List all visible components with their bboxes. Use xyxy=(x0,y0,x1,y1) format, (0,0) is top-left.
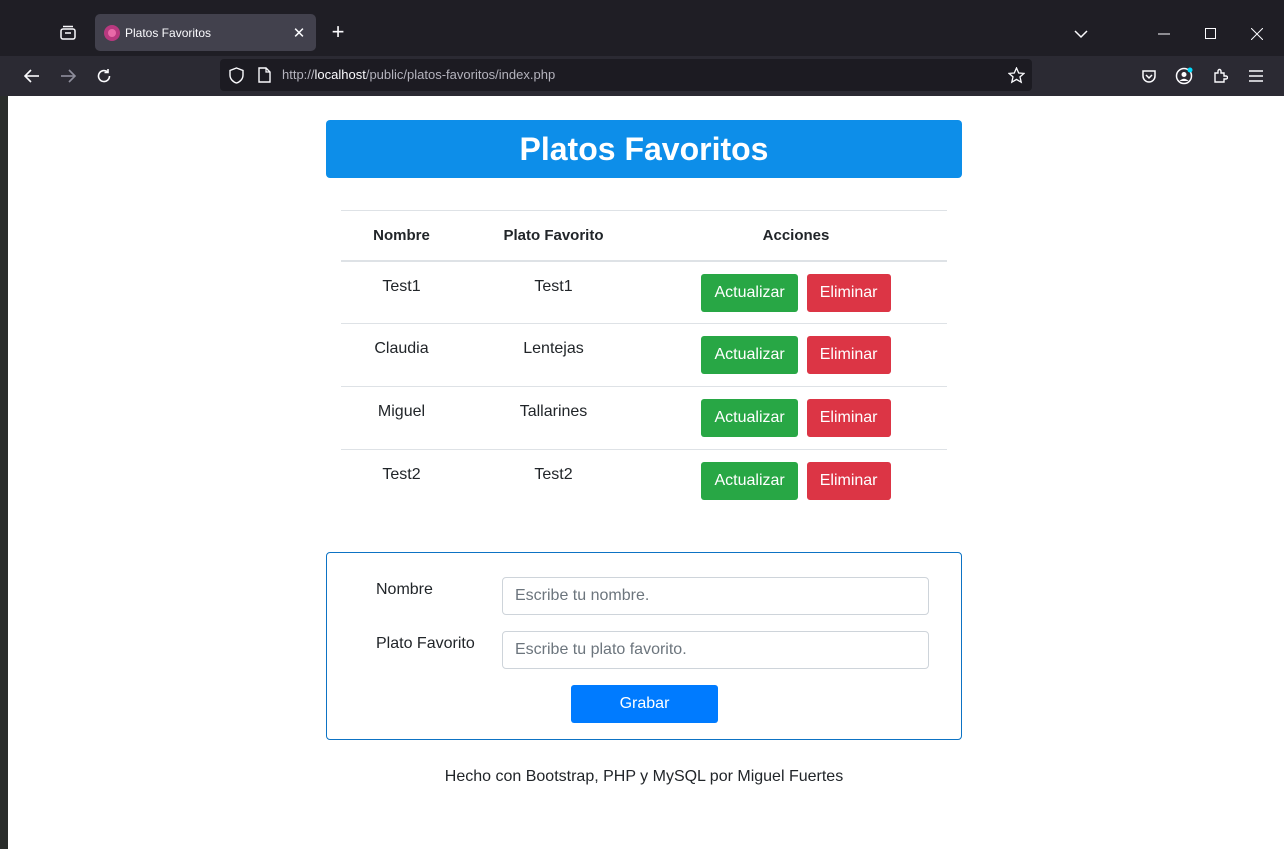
minimize-icon[interactable] xyxy=(1152,22,1176,46)
cell-nombre: Claudia xyxy=(341,323,462,387)
page-title: Platos Favoritos xyxy=(519,130,769,167)
close-window-icon[interactable] xyxy=(1245,22,1269,46)
pocket-icon[interactable] xyxy=(1136,64,1162,88)
eliminar-button[interactable]: Eliminar xyxy=(806,273,891,312)
forward-icon[interactable] xyxy=(55,64,81,88)
cell-plato: Tallarines xyxy=(462,386,645,450)
header-nombre: Nombre xyxy=(341,210,462,262)
url-path: /public/platos-favoritos/index.php xyxy=(365,67,556,82)
page-info-icon[interactable] xyxy=(255,66,273,84)
cell-plato: Test2 xyxy=(462,449,645,513)
footer-text: Hecho con Bootstrap, PHP y MySQL por Mig… xyxy=(444,768,844,785)
cell-nombre: Test1 xyxy=(341,260,462,324)
cell-acciones: Actualizar Eliminar xyxy=(645,449,947,513)
browser-tab[interactable]: Platos Favoritos ✕ xyxy=(95,14,316,51)
url-host: localhost xyxy=(314,67,366,82)
table-row: Test2 Test2 Actualizar Eliminar xyxy=(341,449,947,513)
eliminar-button[interactable]: Eliminar xyxy=(806,399,891,437)
tab-favicon-icon xyxy=(104,24,120,41)
new-tab-icon[interactable]: + xyxy=(326,20,350,46)
maximize-icon[interactable] xyxy=(1199,22,1223,46)
header-plato-favorito: Plato Favorito xyxy=(462,210,645,262)
actualizar-button[interactable]: Actualizar xyxy=(701,462,798,500)
shield-icon[interactable] xyxy=(227,66,245,84)
grabar-button[interactable]: Grabar xyxy=(571,685,718,723)
list-all-tabs-icon[interactable] xyxy=(1069,22,1093,46)
eliminar-button[interactable]: Eliminar xyxy=(806,336,891,374)
menu-icon[interactable] xyxy=(1243,64,1269,88)
table-row: Claudia Lentejas Actualizar Eliminar xyxy=(341,323,947,387)
table-row: Test1 Test1 Actualizar Eliminar xyxy=(341,260,947,324)
cell-nombre: Miguel xyxy=(341,386,462,450)
bookmark-star-icon[interactable] xyxy=(1007,66,1025,84)
cell-acciones: Actualizar Eliminar xyxy=(645,260,947,324)
eliminar-button[interactable]: Eliminar xyxy=(806,462,891,500)
cell-acciones: Actualizar Eliminar xyxy=(645,386,947,450)
account-icon[interactable] xyxy=(1171,64,1197,88)
url-bar[interactable]: http://localhost/public/platos-favoritos… xyxy=(220,59,1032,91)
url-text[interactable]: http://localhost/public/platos-favoritos… xyxy=(282,67,555,82)
tab-list-icon[interactable] xyxy=(52,18,84,48)
url-scheme: http:// xyxy=(282,67,315,82)
platos-table: Nombre Plato Favorito Acciones Test1 Tes… xyxy=(341,210,947,513)
browser-tab-bar: Platos Favoritos ✕ + xyxy=(0,0,1284,56)
reload-icon[interactable] xyxy=(91,64,117,88)
page-header: Platos Favoritos xyxy=(326,120,962,178)
extensions-icon[interactable] xyxy=(1207,64,1233,88)
table-row: Miguel Tallarines Actualizar Eliminar xyxy=(341,386,947,450)
actualizar-button[interactable]: Actualizar xyxy=(701,336,798,374)
back-icon[interactable] xyxy=(19,64,45,88)
window-edge xyxy=(0,96,8,849)
cell-plato: Lentejas xyxy=(462,323,645,387)
page-viewport: Platos Favoritos Nombre Plato Favorito A… xyxy=(8,96,1284,849)
cell-nombre: Test2 xyxy=(341,449,462,513)
nombre-label: Nombre xyxy=(376,581,433,598)
plato-favorito-input[interactable] xyxy=(502,631,929,669)
tab-title: Platos Favoritos xyxy=(125,25,212,40)
table-header-row: Nombre Plato Favorito Acciones xyxy=(341,210,947,262)
cell-acciones: Actualizar Eliminar xyxy=(645,323,947,387)
add-plato-form: Nombre Plato Favorito Grabar xyxy=(326,552,962,740)
actualizar-button[interactable]: Actualizar xyxy=(701,273,798,312)
nombre-input[interactable] xyxy=(502,577,929,615)
header-acciones: Acciones xyxy=(645,210,947,262)
tab-close-icon[interactable]: ✕ xyxy=(287,24,311,42)
plato-favorito-label: Plato Favorito xyxy=(376,635,475,652)
cell-plato: Test1 xyxy=(462,260,645,324)
actualizar-button[interactable]: Actualizar xyxy=(701,399,798,437)
